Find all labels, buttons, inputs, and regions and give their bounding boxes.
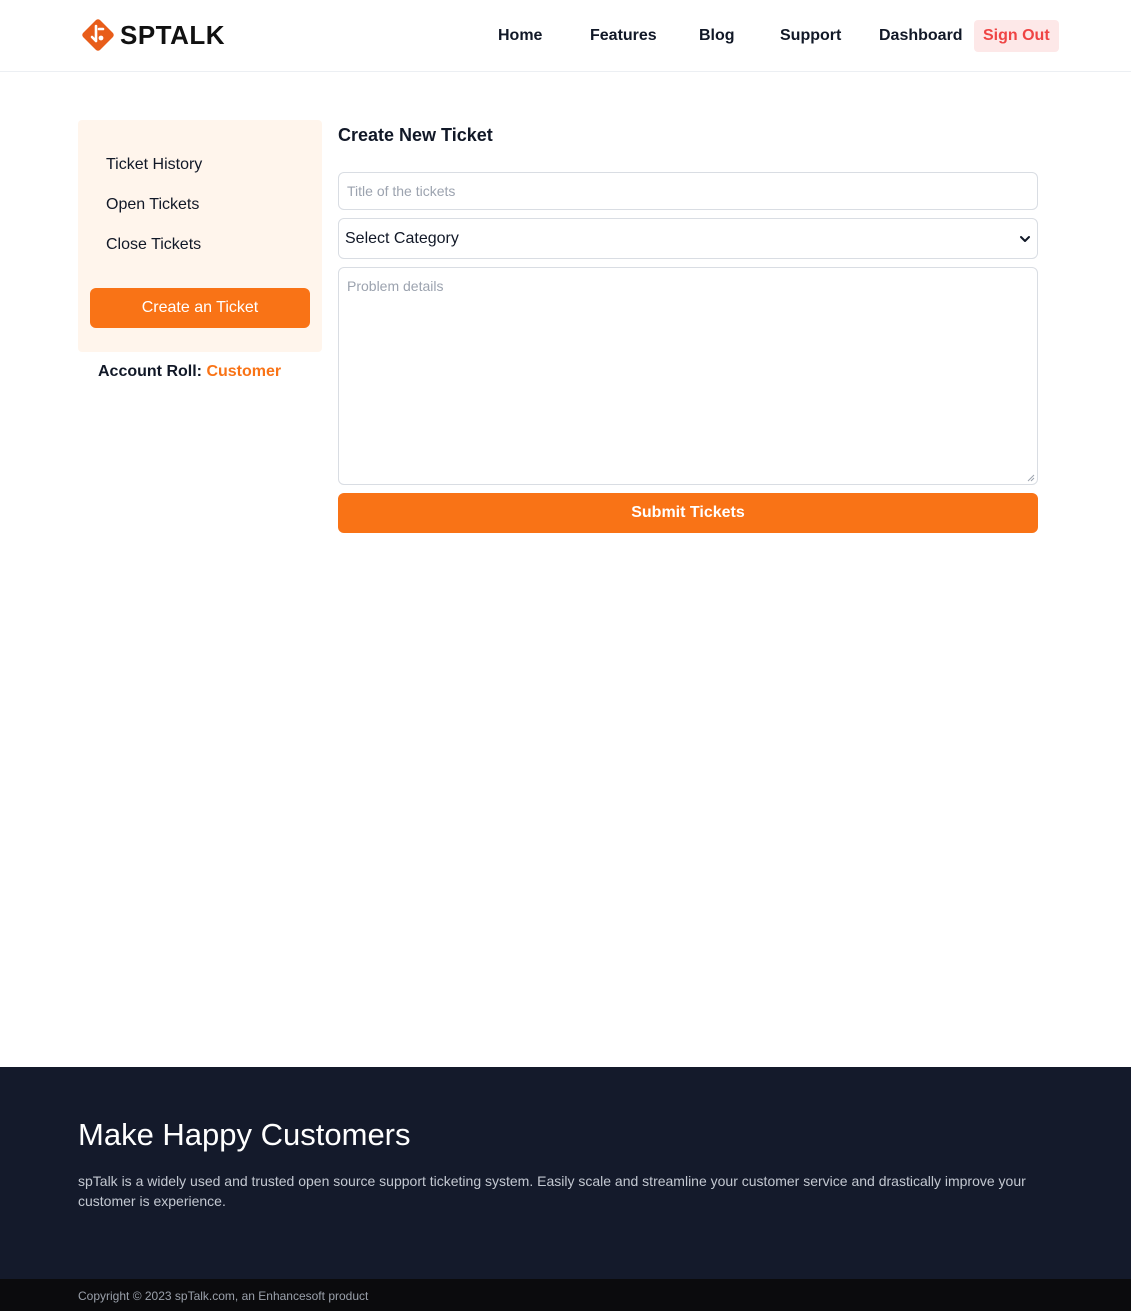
main-nav: Home Features Blog Support Dashboard Sig… [0,20,1131,52]
sidebar-item-close-tickets[interactable]: Close Tickets [106,235,201,255]
problem-details-textarea[interactable] [338,267,1038,485]
category-select-value: Select Category [345,229,459,247]
category-select[interactable]: Select Category [338,218,1038,259]
copyright-bar: Copyright © 2023 spTalk.com, an Enhances… [0,1279,1131,1311]
sidebar-item-ticket-history[interactable]: Ticket History [106,155,202,175]
create-ticket-button[interactable]: Create an Ticket [90,288,310,328]
copyright-text: Copyright © 2023 spTalk.com, an Enhances… [78,1289,369,1303]
account-roll-label: Account Roll: [98,363,202,380]
ticket-sidebar: Ticket History Open Tickets Close Ticket… [78,120,322,352]
account-roll: Account Roll: Customer [98,362,281,382]
sidebar-item-open-tickets[interactable]: Open Tickets [106,195,199,215]
ticket-title-input[interactable] [338,172,1038,210]
nav-dashboard[interactable]: Dashboard [879,20,963,52]
submit-tickets-button[interactable]: Submit Tickets [338,493,1038,533]
nav-home[interactable]: Home [498,20,542,52]
resize-handle-icon[interactable] [1027,474,1035,482]
footer-description: spTalk is a widely used and trusted open… [78,1173,1026,1209]
account-roll-value: Customer [206,363,282,380]
form-title: Create New Ticket [338,125,493,145]
nav-blog[interactable]: Blog [699,20,735,52]
site-header: SPTALK Home Features Blog Support Dashbo… [0,0,1131,72]
site-footer: Make Happy Customers spTalk is a widely … [0,1067,1131,1279]
chevron-down-icon [1020,235,1030,242]
nav-support[interactable]: Support [780,20,841,52]
nav-features[interactable]: Features [590,20,657,52]
footer-title: Make Happy Customers [78,1117,411,1152]
sign-out-button[interactable]: Sign Out [974,20,1059,52]
